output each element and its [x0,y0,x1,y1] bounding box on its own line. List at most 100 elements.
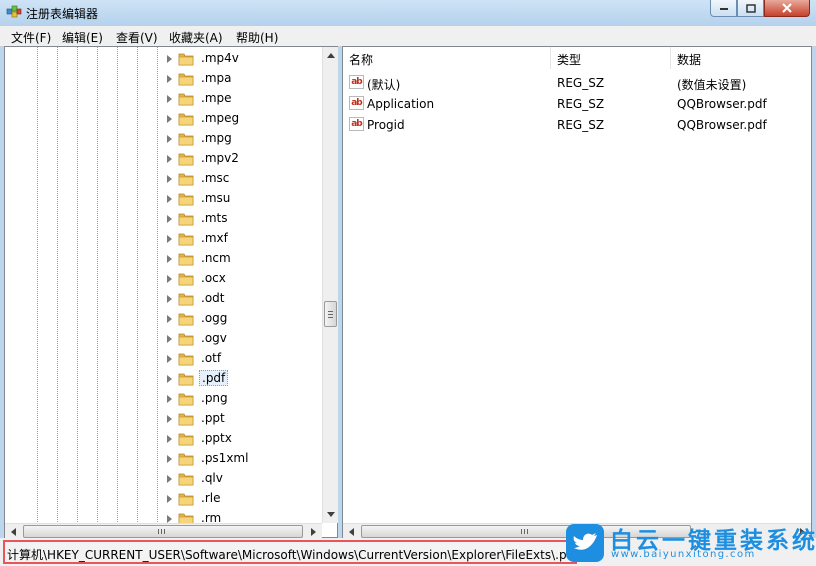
tree-item[interactable]: .ogg [5,309,323,329]
address-path-box[interactable]: 计算机\HKEY_CURRENT_USER\Software\Microsoft… [3,540,577,564]
tree-item[interactable]: .png [5,389,323,409]
tree-item[interactable]: .mpg [5,129,323,149]
folder-icon [178,191,194,206]
tree-item-label: .msu [201,191,231,205]
folder-icon [178,211,194,226]
tree-item[interactable]: .mp4v [5,49,323,69]
expand-arrow-icon[interactable] [167,335,172,343]
expand-arrow-icon[interactable] [167,355,172,363]
expand-arrow-icon[interactable] [167,235,172,243]
scroll-thumb[interactable] [324,301,337,327]
folder-icon [178,171,194,186]
tree-item[interactable]: .mpe [5,89,323,109]
close-button[interactable] [764,0,810,17]
scroll-left-arrow-icon[interactable] [349,528,354,536]
value-type: REG_SZ [557,97,605,111]
tree-item[interactable]: .mxf [5,229,323,249]
menu-help[interactable]: 帮助(H) [236,29,278,46]
folder-icon [178,311,194,326]
tree-item[interactable]: .ps1xml [5,449,323,469]
menu-file[interactable]: 文件(F) [11,29,51,46]
expand-arrow-icon[interactable] [167,435,172,443]
grip-line [328,314,333,315]
expand-arrow-icon[interactable] [167,195,172,203]
expand-arrow-icon[interactable] [167,415,172,423]
value-row[interactable]: ab Progid REG_SZ QQBrowser.pdf [343,115,811,136]
folder-icon [178,391,194,406]
scroll-right-arrow-icon[interactable] [311,528,316,536]
expand-arrow-icon[interactable] [167,475,172,483]
column-type-header[interactable]: 类型 [551,47,671,69]
expand-arrow-icon[interactable] [167,95,172,103]
menu-view[interactable]: 查看(V) [116,29,158,46]
tree-vertical-scrollbar[interactable] [322,47,338,523]
expand-arrow-icon[interactable] [167,395,172,403]
value-row[interactable]: ab Application REG_SZ QQBrowser.pdf [343,94,811,115]
grip-line [524,529,525,534]
expand-arrow-icon[interactable] [167,115,172,123]
tree-item[interactable]: .msc [5,169,323,189]
tree-item[interactable]: .ocx [5,269,323,289]
tree-item[interactable]: .qlv [5,469,323,489]
expand-arrow-icon[interactable] [167,275,172,283]
tree-item[interactable]: .mpeg [5,109,323,129]
minimize-button[interactable] [710,0,737,17]
column-data-header[interactable]: 数据 [671,47,811,69]
grip-line [328,317,333,318]
value-name: Progid [367,118,405,132]
menu-favorites[interactable]: 收藏夹(A) [169,29,223,46]
expand-arrow-icon[interactable] [167,295,172,303]
grip-line [164,529,165,534]
bird-icon [573,533,597,550]
folder-icon [178,371,194,386]
tree-item[interactable]: .pdf [5,369,323,389]
grip-line [158,529,159,534]
expand-arrow-icon[interactable] [167,75,172,83]
window-title: 注册表编辑器 [26,7,99,21]
tree-item[interactable]: .ppt [5,409,323,429]
tree-item-label: .msc [201,171,230,185]
tree-item-label: .mpv2 [201,151,239,165]
expand-arrow-icon[interactable] [167,55,172,63]
tree-item[interactable]: .pptx [5,429,323,449]
expand-arrow-icon[interactable] [167,455,172,463]
value-type: REG_SZ [557,118,605,132]
expand-arrow-icon[interactable] [167,375,172,383]
tree-item[interactable]: .odt [5,289,323,309]
tree-horizontal-scrollbar[interactable] [5,523,322,539]
tree-item[interactable]: .ncm [5,249,323,269]
expand-arrow-icon[interactable] [167,495,172,503]
expand-arrow-icon[interactable] [167,155,172,163]
tree-item-label: .ncm [201,251,231,265]
tree-item[interactable]: .mpv2 [5,149,323,169]
tree-item[interactable]: .mts [5,209,323,229]
tree-item-label: .ps1xml [201,451,249,465]
expand-arrow-icon[interactable] [167,255,172,263]
expand-arrow-icon[interactable] [167,175,172,183]
tree-item[interactable]: .msu [5,189,323,209]
tree-item[interactable]: .ogv [5,329,323,349]
maximize-icon [745,3,756,13]
column-name-header[interactable]: 名称 [343,47,551,69]
menu-edit[interactable]: 编辑(E) [62,29,103,46]
expand-arrow-icon[interactable] [167,215,172,223]
scroll-down-arrow-icon[interactable] [327,512,335,517]
tree-item-label: .mpg [201,131,232,145]
regedit-app-icon [6,5,22,18]
tree-item-label: .mts [201,211,228,225]
tree-item[interactable]: .otf [5,349,323,369]
scroll-left-arrow-icon[interactable] [11,528,16,536]
scroll-up-arrow-icon[interactable] [327,53,335,58]
expand-arrow-icon[interactable] [167,515,172,523]
maximize-button[interactable] [737,0,764,17]
folder-icon [178,131,194,146]
folder-icon [178,471,194,486]
expand-arrow-icon[interactable] [167,315,172,323]
tree-item[interactable]: .mpa [5,69,323,89]
value-row[interactable]: ab (默认) REG_SZ (数值未设置) [343,73,811,94]
expand-arrow-icon[interactable] [167,135,172,143]
tree-item-label: .mpe [201,91,232,105]
tree-item[interactable]: .rle [5,489,323,509]
value-name: Application [367,97,435,111]
scroll-thumb[interactable] [23,525,303,538]
